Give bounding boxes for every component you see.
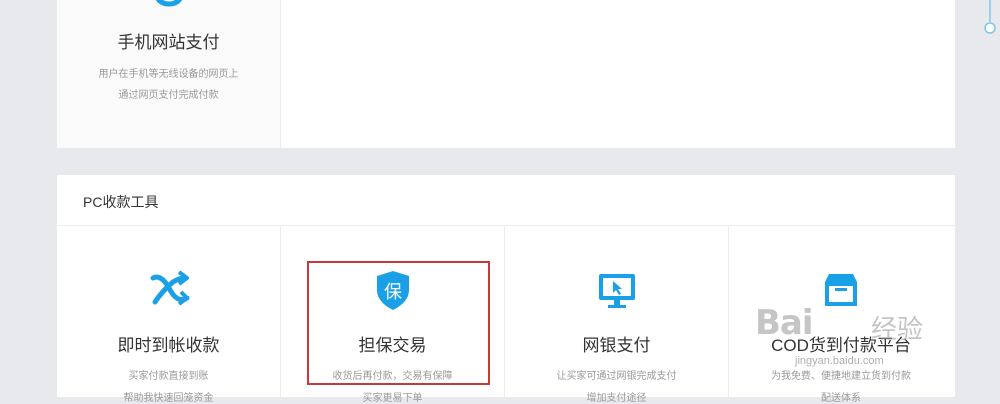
- mobile-pay-icon: [57, 0, 280, 10]
- tool-name: 即时到帐收款: [117, 336, 220, 355]
- shield-guarantee-icon: 保: [371, 268, 415, 312]
- tool-name: COD货到付款平台: [771, 336, 911, 355]
- shield-glyph: 保: [384, 282, 402, 303]
- mobile-web-pay-card[interactable]: 手机网站支付 用户在手机等无线设备的网页上 通过网页支付完成付款: [57, 0, 281, 148]
- tool-desc-line1: 为我免费、便捷地建立货到付款: [771, 371, 911, 382]
- monitor-icon: [595, 268, 639, 312]
- card-desc-line1: 用户在手机等无线设备的网页上: [98, 69, 239, 80]
- tool-instant-transfer[interactable]: 即时到帐收款 买家付款直接到账 帮助我快速回笼资金: [57, 226, 281, 404]
- instant-transfer-icon: [147, 268, 191, 312]
- tool-desc-line1: 买家付款直接到账: [128, 371, 209, 382]
- card-description: 用户在手机等无线设备的网页上 通过网页支付完成付款: [57, 64, 280, 106]
- pc-tools-panel: PC收款工具 即时到帐收款 买家付款直接到账 帮助我快速回笼资金 保 担保交易 …: [57, 175, 955, 404]
- card-desc-line2: 通过网页支付完成付款: [118, 90, 219, 101]
- tool-guarantee-trade[interactable]: 保 担保交易 收货后再付款，交易有保障 买家更易下单: [281, 226, 505, 404]
- tool-name: 担保交易: [358, 336, 427, 355]
- tool-desc-line1: 收货后再付款，交易有保障: [332, 371, 453, 382]
- tool-desc-line1: 让买家可通过网银完成支付: [556, 371, 677, 382]
- scroll-indicator[interactable]: [983, 0, 997, 40]
- tool-cod-platform[interactable]: COD货到付款平台 为我免费、便捷地建立货到付款 配送体系: [729, 226, 953, 404]
- box-icon: [819, 268, 863, 312]
- tool-online-banking[interactable]: 网银支付 让买家可通过网银完成支付 增加支付途径: [505, 226, 729, 404]
- section-title: PC收款工具: [83, 194, 159, 210]
- tool-name: 网银支付: [582, 336, 651, 355]
- card-title: 手机网站支付: [117, 33, 220, 52]
- top-panel: 手机网站支付 用户在手机等无线设备的网页上 通过网页支付完成付款: [57, 0, 955, 148]
- tools-row: 即时到帐收款 买家付款直接到账 帮助我快速回笼资金 保 担保交易 收货后再付款，…: [57, 226, 955, 404]
